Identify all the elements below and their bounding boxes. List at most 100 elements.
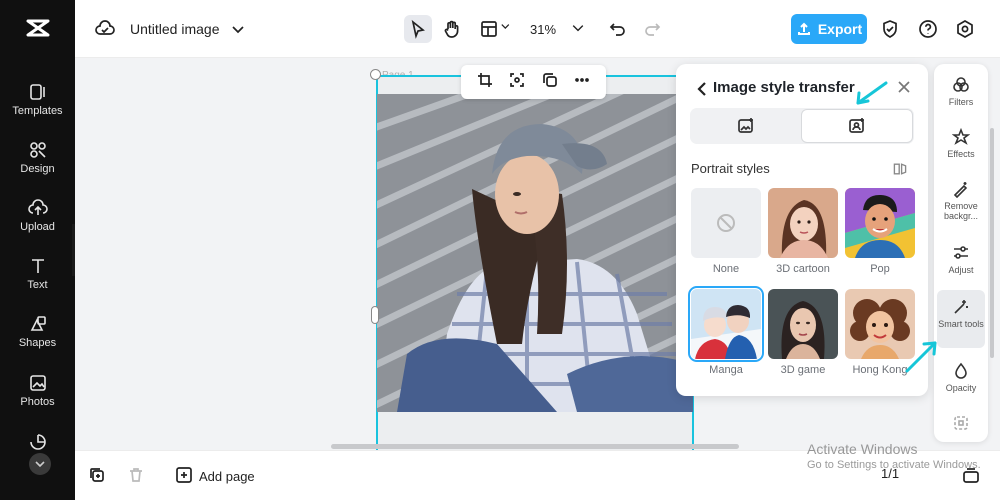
manga-thumbnail xyxy=(691,289,761,359)
redo-icon[interactable] xyxy=(642,19,662,44)
duplicate-icon[interactable] xyxy=(542,72,558,93)
sidebar-item-more[interactable] xyxy=(0,432,75,455)
3d-cartoon-thumbnail xyxy=(768,188,838,258)
compare-icon[interactable] xyxy=(892,161,908,182)
layout-icon[interactable] xyxy=(479,19,499,44)
image-style-transfer-panel: Image style transfer Portrait styles Non… xyxy=(676,64,928,396)
rail-item-label: Remove backgr... xyxy=(943,201,979,221)
tab-portrait-style[interactable] xyxy=(801,109,913,143)
rail-scrollbar[interactable] xyxy=(990,128,994,358)
upload-arrow-icon xyxy=(797,22,810,35)
annotation-arrow-smart-tools xyxy=(902,336,942,381)
capcut-logo[interactable] xyxy=(24,14,52,42)
image-floating-toolbar xyxy=(461,65,606,99)
tab-image-style[interactable] xyxy=(690,108,801,144)
sidebar-item-design[interactable]: Design xyxy=(0,140,75,175)
settings-icon[interactable] xyxy=(955,19,975,44)
rail-item-label: Effects xyxy=(947,149,975,159)
rail-item-effects[interactable]: Effects xyxy=(937,128,985,159)
resize-handle-left[interactable] xyxy=(371,306,379,324)
style-card-3d-game[interactable] xyxy=(768,289,838,359)
style-card-manga[interactable] xyxy=(688,286,764,362)
sidebar-item-label: Text xyxy=(27,279,48,291)
add-page-button[interactable]: Add page xyxy=(175,466,255,487)
canvas-horizontal-scrollbar[interactable] xyxy=(331,444,739,449)
3d-game-thumbnail xyxy=(768,289,838,359)
panel-title: Image style transfer xyxy=(713,79,855,96)
close-icon[interactable] xyxy=(894,77,914,102)
sidebar-item-label: Upload xyxy=(20,221,55,233)
sidebar-collapse-button[interactable] xyxy=(29,453,51,475)
style-card-3d-cartoon[interactable] xyxy=(768,188,838,258)
sidebar-item-upload[interactable]: Upload xyxy=(0,198,75,233)
style-card-pop[interactable] xyxy=(845,188,915,258)
rail-item-label: Adjust xyxy=(948,265,974,275)
delete-icon[interactable] xyxy=(127,466,145,489)
templates-icon xyxy=(28,82,48,102)
sidebar-item-label: Photos xyxy=(20,396,55,408)
sidebar-item-label: Shapes xyxy=(18,337,57,349)
sidebar-item-text[interactable]: Text xyxy=(0,256,75,291)
style-mode-toggle xyxy=(690,108,914,144)
portrait-sparkle-icon xyxy=(849,118,864,133)
section-title: Portrait styles xyxy=(691,161,770,176)
rail-item-label: Opacity xyxy=(945,383,977,393)
help-icon[interactable] xyxy=(918,19,938,44)
rail-item-smart-tools[interactable]: Smart tools xyxy=(937,290,985,348)
sidebar-item-photos[interactable]: Photos xyxy=(0,373,75,408)
magic-wand-icon xyxy=(954,300,968,314)
text-icon xyxy=(28,256,48,276)
add-element-icon[interactable] xyxy=(88,466,106,489)
effects-icon xyxy=(952,128,970,145)
cloud-sync-icon[interactable] xyxy=(95,19,115,44)
style-label: Manga xyxy=(709,364,743,376)
rail-item-opacity[interactable]: Opacity xyxy=(937,362,985,393)
windows-activation-watermark: Activate Windows Go to Settings to activ… xyxy=(807,441,981,471)
zoom-level[interactable]: 31% xyxy=(530,22,556,37)
export-button-label: Export xyxy=(817,21,863,37)
crop-icon[interactable] xyxy=(477,72,493,93)
filters-icon xyxy=(953,77,969,92)
document-title[interactable]: Untitled image xyxy=(130,21,220,37)
add-page-label: Add page xyxy=(199,469,255,484)
rail-item-more[interactable] xyxy=(937,414,985,435)
adjust-icon xyxy=(954,246,968,259)
rail-item-label: Smart tools xyxy=(938,319,984,329)
prohibited-icon xyxy=(717,214,735,232)
image-sparkle-icon xyxy=(737,118,753,133)
annotation-arrow-tab xyxy=(850,78,892,113)
photo-girl-in-cap xyxy=(377,94,693,412)
more-options-icon[interactable] xyxy=(574,72,590,93)
style-label: Pop xyxy=(870,263,890,275)
opacity-drop-icon xyxy=(955,362,967,379)
shield-icon[interactable] xyxy=(880,19,900,44)
rotate-handle[interactable] xyxy=(370,69,381,80)
watermark-line-1: Activate Windows xyxy=(807,441,918,457)
watermark-line-2: Go to Settings to activate Windows. xyxy=(807,459,981,471)
style-label: 3D cartoon xyxy=(776,263,830,275)
style-label: None xyxy=(712,263,740,275)
rail-item-adjust[interactable]: Adjust xyxy=(937,244,985,275)
zoom-chevron-icon[interactable] xyxy=(570,20,586,41)
export-button[interactable]: Export xyxy=(791,14,867,44)
style-card-none[interactable] xyxy=(691,188,761,258)
frame-icon xyxy=(954,416,968,430)
hand-tool-icon[interactable] xyxy=(442,19,462,44)
layout-chevron-icon[interactable] xyxy=(499,19,513,38)
sidebar-item-label: Design xyxy=(20,163,55,175)
pop-thumbnail xyxy=(845,188,915,258)
rail-item-remove-background[interactable]: Remove backgr... xyxy=(937,180,985,221)
canvas-photo[interactable] xyxy=(377,94,693,412)
sidebar-item-shapes[interactable]: Shapes xyxy=(0,314,75,349)
rail-item-label: Filters xyxy=(948,97,974,107)
undo-icon[interactable] xyxy=(608,19,628,44)
pie-chart-icon xyxy=(28,432,48,452)
cursor-icon xyxy=(408,19,428,44)
sidebar-item-templates[interactable]: Templates xyxy=(0,82,75,117)
select-tool-button[interactable] xyxy=(404,15,432,43)
upload-icon xyxy=(27,198,48,218)
rail-item-filters[interactable]: Filters xyxy=(937,76,985,107)
back-chevron-icon[interactable] xyxy=(693,79,713,104)
title-menu-chevron-icon[interactable] xyxy=(228,19,248,44)
replace-image-icon[interactable] xyxy=(509,72,525,93)
